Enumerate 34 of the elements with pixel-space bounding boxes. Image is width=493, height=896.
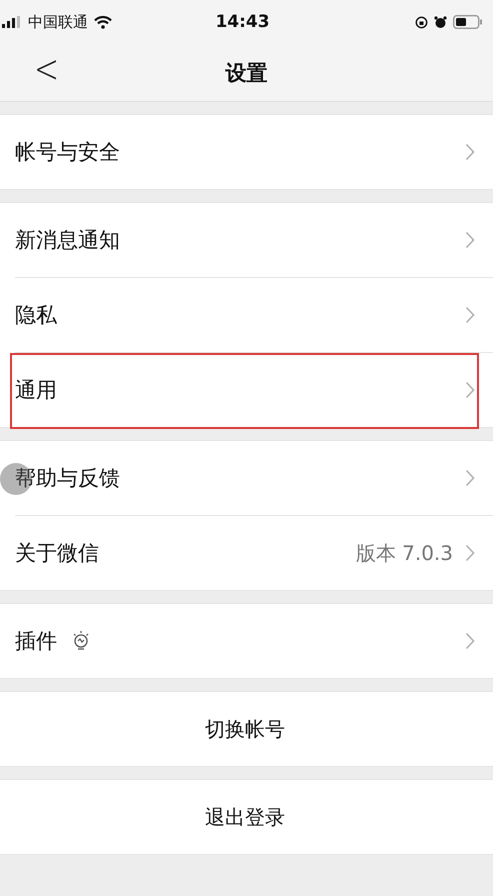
item-label: 帮助与反馈 bbox=[15, 465, 120, 492]
settings-item[interactable]: 关于微信 版本 7.0.3 bbox=[15, 515, 493, 590]
lightbulb-icon bbox=[71, 630, 91, 652]
wifi-icon bbox=[94, 16, 112, 28]
settings-item[interactable]: 帐号与安全 bbox=[0, 115, 493, 189]
chevron-icon bbox=[465, 231, 475, 249]
rotation-lock-icon bbox=[415, 16, 428, 28]
settings-item[interactable]: 新消息通知 bbox=[0, 203, 493, 277]
chevron-icon bbox=[465, 306, 475, 324]
status-time: 14:43 bbox=[215, 12, 270, 32]
chevron-icon bbox=[465, 469, 475, 487]
signal-icon bbox=[2, 16, 22, 28]
settings-item[interactable]: 帮助与反馈 bbox=[0, 441, 493, 515]
settings-item[interactable]: 通用 bbox=[15, 352, 493, 427]
chevron-icon bbox=[465, 143, 475, 161]
item-label: 新消息通知 bbox=[15, 227, 120, 254]
page-title: 设置 bbox=[226, 60, 268, 86]
carrier-name: 中国联通 bbox=[28, 12, 88, 32]
item-label: 插件 bbox=[15, 628, 57, 655]
battery-icon bbox=[453, 15, 483, 29]
alarm-icon bbox=[434, 16, 447, 28]
chevron-icon bbox=[465, 544, 475, 562]
settings-item[interactable]: 隐私 bbox=[15, 277, 493, 352]
chevron-icon bbox=[465, 381, 475, 399]
item-label: 帐号与安全 bbox=[15, 139, 120, 166]
back-button[interactable]: < bbox=[34, 46, 60, 92]
item-label: 隐私 bbox=[15, 302, 57, 329]
action-button[interactable]: 退出登录 bbox=[0, 780, 493, 854]
chevron-icon bbox=[465, 632, 475, 650]
version-text: 版本 7.0.3 bbox=[356, 540, 453, 566]
item-label: 通用 bbox=[15, 377, 57, 404]
item-label: 关于微信 bbox=[15, 540, 99, 567]
settings-item[interactable]: 插件 bbox=[0, 604, 493, 678]
action-button[interactable]: 切换帐号 bbox=[0, 692, 493, 766]
